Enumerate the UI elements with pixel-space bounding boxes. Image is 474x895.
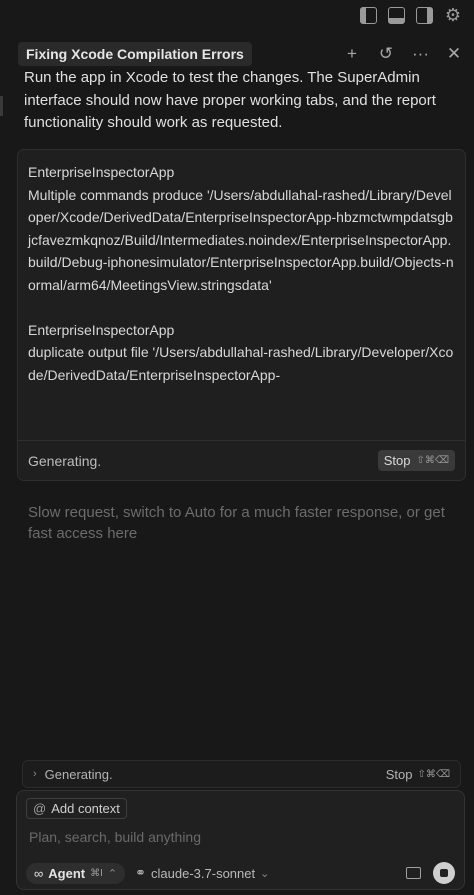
chevron-right-icon[interactable]: › bbox=[33, 768, 37, 780]
model-icon: ⚭ bbox=[135, 865, 147, 880]
top-toolbar: ⚙ bbox=[0, 0, 474, 30]
chevron-down-icon: ⌄ bbox=[260, 867, 270, 880]
more-options-icon[interactable]: ··· bbox=[412, 44, 429, 64]
at-icon: @ bbox=[33, 801, 47, 816]
agent-mode-label: Agent bbox=[48, 865, 86, 881]
stop-label: Stop bbox=[383, 453, 411, 468]
history-icon[interactable]: ↺ bbox=[378, 44, 394, 64]
output-generating-row: Generating. Stop ⇧⌘⌫ bbox=[18, 440, 465, 480]
prompt-input[interactable] bbox=[27, 828, 447, 846]
stop-button-label: Stop bbox=[385, 766, 413, 782]
add-context-label: Add context bbox=[51, 801, 120, 816]
new-chat-icon[interactable]: + bbox=[344, 44, 360, 64]
chat-header-actions: + ↺ ··· ✕ bbox=[344, 44, 462, 64]
editor-edge-marker bbox=[0, 96, 3, 116]
output-block: EnterpriseInspectorApp Multiple commands… bbox=[28, 161, 455, 296]
image-upload-icon[interactable] bbox=[406, 867, 421, 879]
composer-toolbar: ∞ Agent ⌘I ⌃ ⚭ claude-3.7-sonnet ⌄ bbox=[26, 861, 455, 885]
chat-title[interactable]: Fixing Xcode Compilation Errors bbox=[18, 42, 252, 66]
toggle-right-panel-icon[interactable] bbox=[416, 6, 433, 24]
output-block: EnterpriseInspectorApp duplicate output … bbox=[28, 319, 455, 387]
output-message: Multiple commands produce '/Users/abdull… bbox=[28, 186, 454, 293]
stop-button-shortcut: ⇧⌘⌫ bbox=[417, 768, 450, 780]
toggle-bottom-panel-icon[interactable] bbox=[388, 6, 405, 24]
agent-mode-selector[interactable]: ∞ Agent ⌘I ⌃ bbox=[26, 862, 126, 884]
model-selector[interactable]: ⚭ claude-3.7-sonnet ⌄ bbox=[135, 865, 269, 881]
close-chat-icon[interactable]: ✕ bbox=[446, 44, 462, 64]
infinity-icon: ∞ bbox=[34, 865, 44, 881]
status-generating-label: Generating. bbox=[44, 766, 113, 782]
add-context-button[interactable]: @ Add context bbox=[26, 798, 127, 819]
slow-request-notice[interactable]: Slow request, switch to Auto for a much … bbox=[28, 503, 458, 544]
generating-label: Generating. bbox=[28, 452, 102, 469]
stop-button[interactable]: Stop ⇧⌘⌫ bbox=[386, 767, 450, 782]
chat-composer: @ Add context ∞ Agent ⌘I ⌃ ⚭ claude-3.7-… bbox=[16, 790, 465, 890]
stop-output-button[interactable]: Stop ⇧⌘⌫ bbox=[377, 450, 455, 471]
settings-gear-icon[interactable]: ⚙ bbox=[444, 6, 462, 24]
model-name: claude-3.7-sonnet bbox=[151, 865, 256, 881]
output-message: duplicate output file '/Users/abdullahal… bbox=[28, 344, 454, 383]
generating-status-bar: › Generating. Stop ⇧⌘⌫ bbox=[22, 760, 461, 788]
assistant-message: Run the app in Xcode to test the changes… bbox=[24, 69, 436, 131]
terminal-output-box: EnterpriseInspectorApp Multiple commands… bbox=[17, 149, 466, 481]
output-app-name: EnterpriseInspectorApp bbox=[28, 164, 175, 180]
output-app-name: EnterpriseInspectorApp bbox=[28, 321, 175, 338]
chevron-down-icon: ⌃ bbox=[107, 867, 118, 880]
stop-shortcut: ⇧⌘⌫ bbox=[416, 455, 449, 466]
stop-generation-icon[interactable] bbox=[433, 862, 455, 884]
agent-mode-shortcut: ⌘I bbox=[90, 867, 103, 879]
toggle-left-panel-icon[interactable] bbox=[360, 6, 377, 24]
chat-header: Fixing Xcode Compilation Errors + ↺ ··· … bbox=[18, 41, 462, 67]
terminal-output-text: EnterpriseInspectorApp Multiple commands… bbox=[18, 150, 465, 436]
